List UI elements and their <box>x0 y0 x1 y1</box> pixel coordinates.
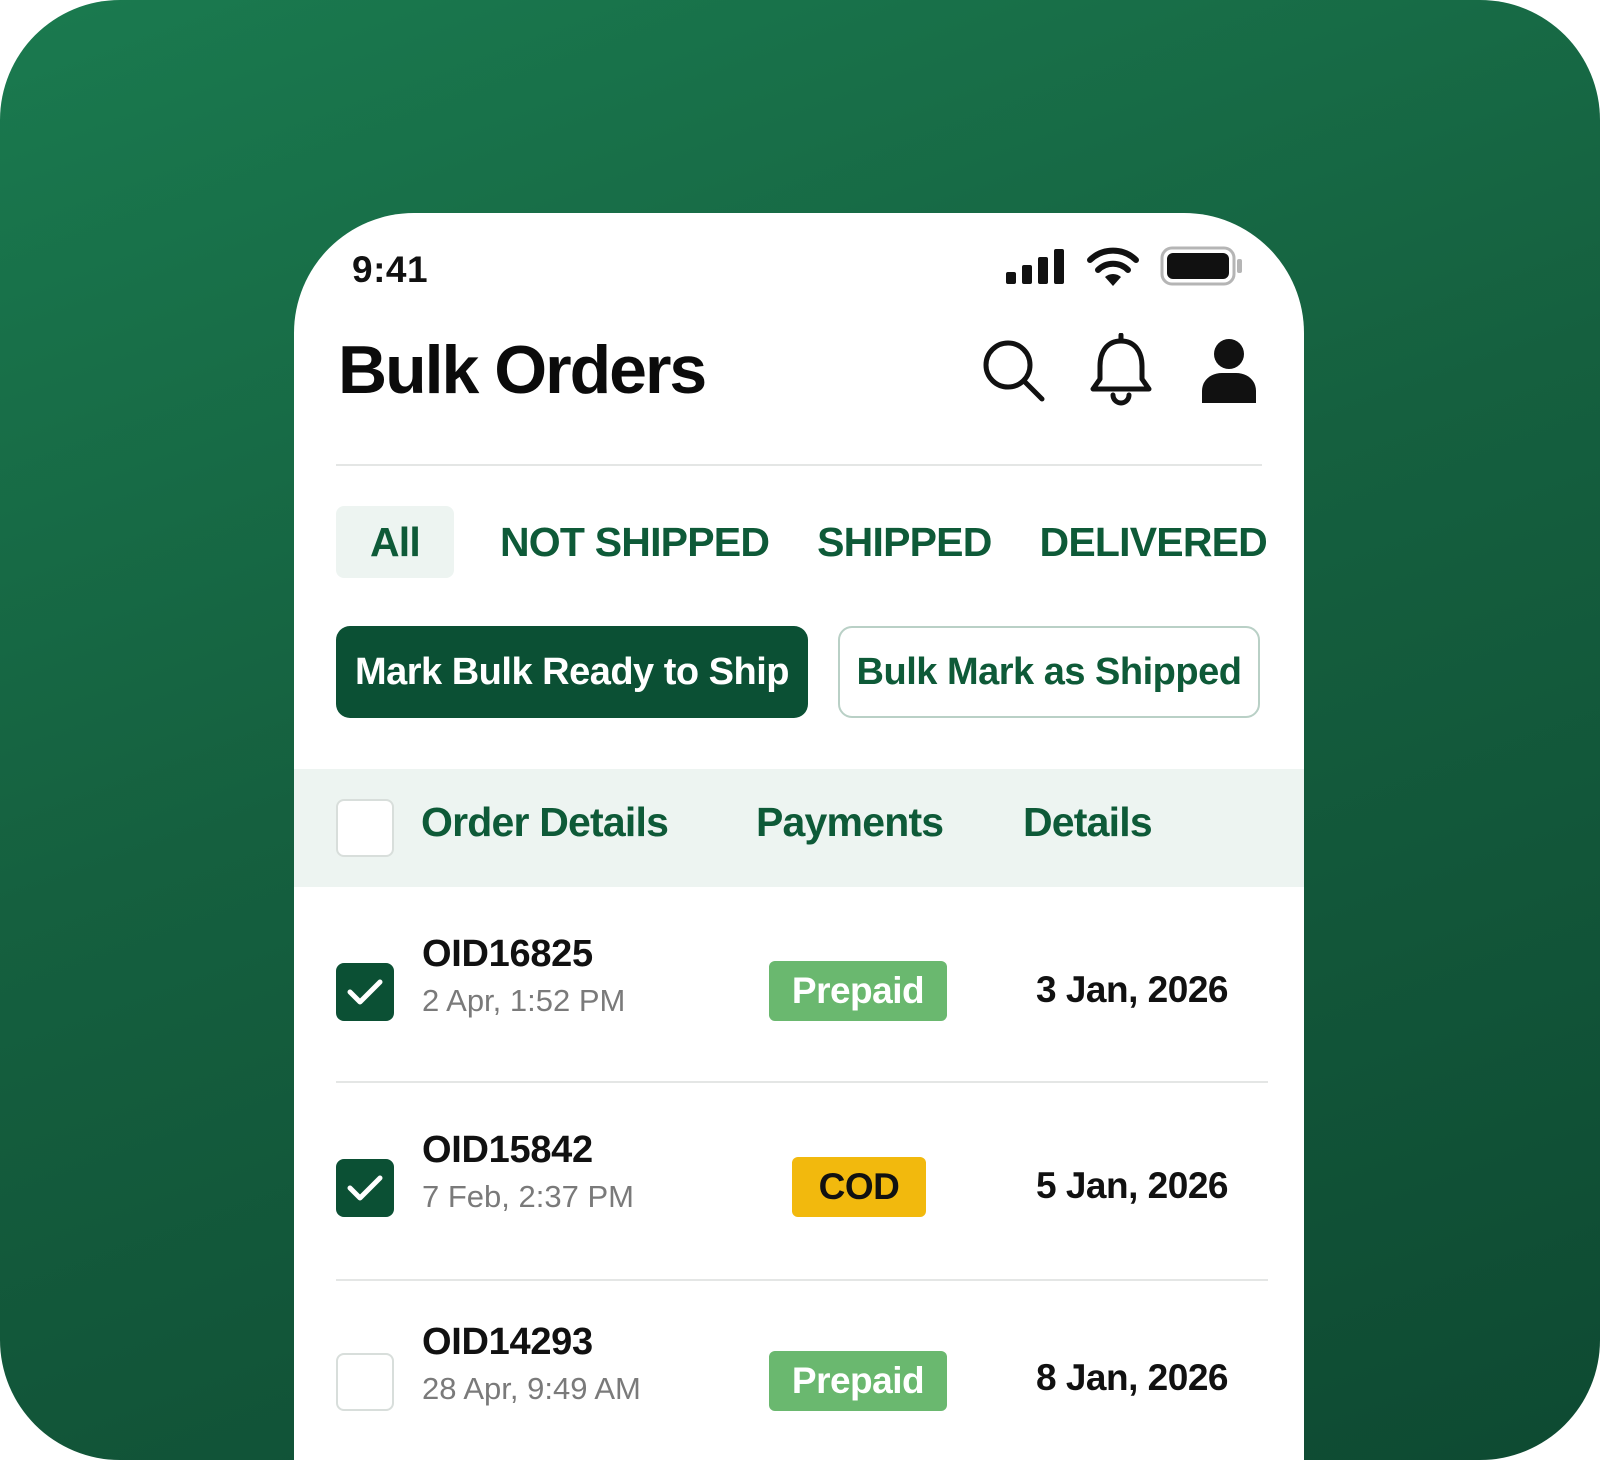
search-icon[interactable] <box>978 335 1048 405</box>
tab-not-shipped[interactable]: NOT SHIPPED <box>500 506 770 578</box>
select-all-checkbox[interactable] <box>336 799 394 857</box>
status-time: 9:41 <box>352 249 429 290</box>
table-row[interactable]: OID15842 7 Feb, 2:37 PM COD 5 Jan, 2026 <box>294 1083 1304 1279</box>
user-icon[interactable] <box>1194 335 1264 405</box>
checkmark-icon <box>347 979 383 1005</box>
table-row[interactable]: OID16825 2 Apr, 1:52 PM Prepaid 3 Jan, 2… <box>294 887 1304 1083</box>
column-order-details: Order Details <box>421 799 669 845</box>
mark-bulk-ready-button[interactable]: Mark Bulk Ready to Ship <box>336 626 808 718</box>
status-tabs: All NOT SHIPPED SHIPPED DELIVERED <box>336 506 1268 578</box>
row-checkbox[interactable] <box>336 963 394 1021</box>
status-icons <box>1006 245 1244 292</box>
checkmark-icon <box>347 1175 383 1201</box>
phone-screen: 9:41 Bulk Orders All NOT SHIPPED SHIPPED… <box>294 213 1304 1460</box>
tab-delivered[interactable]: DELIVERED <box>1040 506 1268 578</box>
row-checkbox[interactable] <box>336 1159 394 1217</box>
order-id: OID14293 <box>422 1321 593 1363</box>
order-time: 28 Apr, 9:49 AM <box>422 1371 641 1406</box>
battery-icon <box>1160 245 1244 292</box>
signal-icon <box>1006 248 1066 289</box>
tab-shipped[interactable]: SHIPPED <box>817 506 992 578</box>
detail-date: 8 Jan, 2026 <box>1036 1357 1228 1398</box>
row-checkbox[interactable] <box>336 1353 394 1411</box>
detail-date: 5 Jan, 2026 <box>1036 1165 1228 1206</box>
tab-all[interactable]: All <box>336 506 454 578</box>
detail-date: 3 Jan, 2026 <box>1036 969 1228 1010</box>
page-title: Bulk Orders <box>338 332 707 408</box>
order-id: OID15842 <box>422 1129 593 1171</box>
table-row[interactable]: OID14293 28 Apr, 9:49 AM Prepaid 8 Jan, … <box>294 1281 1304 1460</box>
order-time: 2 Apr, 1:52 PM <box>422 983 626 1018</box>
column-payments: Payments <box>756 799 944 845</box>
payment-badge: COD <box>792 1157 926 1217</box>
column-details: Details <box>1023 799 1153 845</box>
bell-icon[interactable] <box>1086 333 1156 406</box>
order-id: OID16825 <box>422 933 593 975</box>
header-divider <box>336 464 1262 466</box>
background-panel: 9:41 Bulk Orders All NOT SHIPPED SHIPPED… <box>0 0 1600 1460</box>
payment-badge: Prepaid <box>769 1351 947 1411</box>
header-actions <box>978 333 1264 406</box>
order-time: 7 Feb, 2:37 PM <box>422 1179 634 1214</box>
wifi-icon <box>1086 246 1140 291</box>
table-header: Order Details Payments Details <box>294 769 1304 887</box>
bulk-mark-shipped-button[interactable]: Bulk Mark as Shipped <box>838 626 1260 718</box>
payment-badge: Prepaid <box>769 961 947 1021</box>
